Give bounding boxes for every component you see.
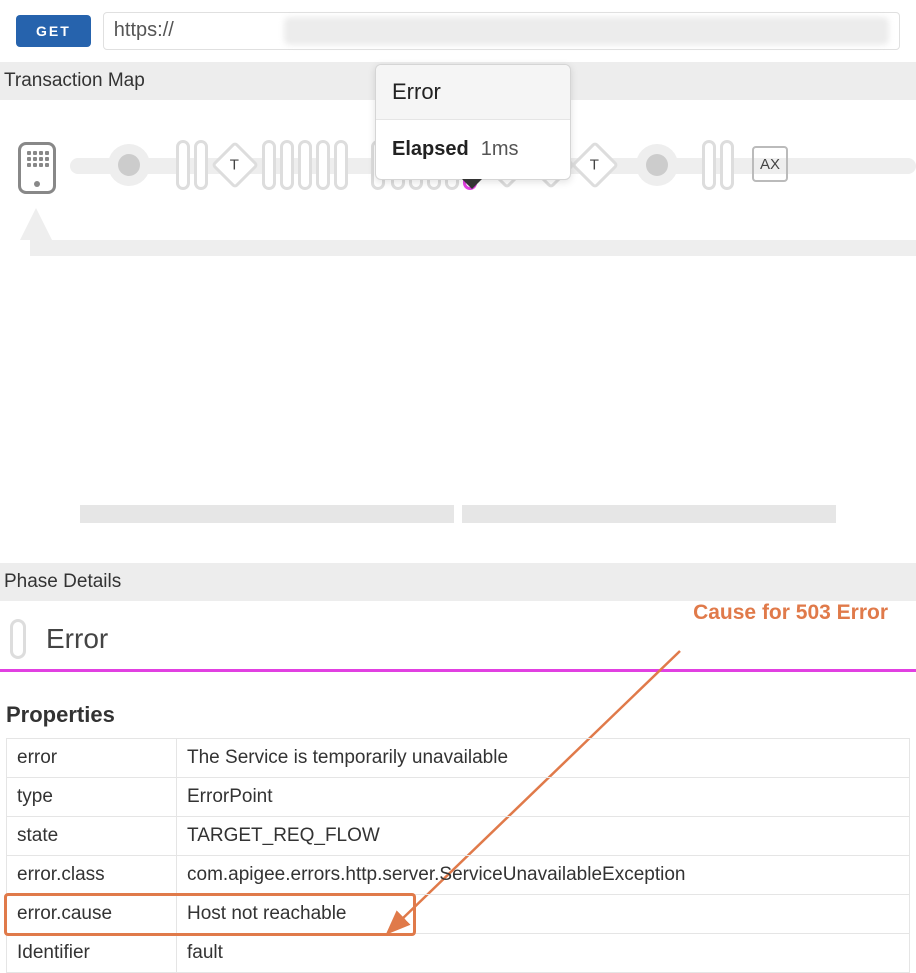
map-node-endpoint[interactable]: [108, 144, 150, 186]
map-node-step[interactable]: [702, 140, 716, 190]
tooltip-elapsed-label: Elapsed: [392, 138, 469, 161]
property-value: ErrorPoint: [177, 778, 910, 817]
tooltip-pointer-icon: [462, 179, 482, 189]
property-key: error.cause: [7, 895, 177, 934]
map-node-step[interactable]: [334, 140, 348, 190]
map-node-step[interactable]: [262, 140, 276, 190]
property-key: error: [7, 739, 177, 778]
property-value: The Service is temporarily unavailable: [177, 739, 910, 778]
map-node-target[interactable]: AX: [752, 146, 788, 182]
target-label: AX: [760, 156, 780, 173]
url-input[interactable]: https://: [103, 12, 900, 50]
map-node-step[interactable]: [720, 140, 734, 190]
client-device-icon: [18, 142, 56, 194]
segment-1[interactable]: [80, 505, 454, 523]
segment-bar: [0, 505, 916, 523]
property-key: Identifier: [7, 934, 177, 973]
property-value: com.apigee.errors.http.server.ServiceUna…: [177, 856, 910, 895]
map-node-condition[interactable]: T: [571, 141, 619, 189]
node-tooltip: Error Elapsed 1ms: [375, 64, 571, 180]
property-row: errorThe Service is temporarily unavaila…: [7, 739, 910, 778]
annotation-label: Cause for 503 Error: [693, 601, 888, 625]
property-row: Identifierfault: [7, 934, 910, 973]
property-value: TARGET_REQ_FLOW: [177, 817, 910, 856]
properties-section: Properties errorThe Service is temporari…: [0, 672, 916, 973]
segment-2[interactable]: [462, 505, 836, 523]
tooltip-title: Error: [376, 65, 570, 120]
http-method-button[interactable]: GET: [16, 15, 91, 47]
property-row: error.causeHost not reachable: [7, 895, 910, 934]
map-node-step[interactable]: [280, 140, 294, 190]
condition-label: T: [590, 156, 599, 173]
property-row: error.classcom.apigee.errors.http.server…: [7, 856, 910, 895]
map-node-step[interactable]: [298, 140, 312, 190]
property-key: type: [7, 778, 177, 817]
properties-heading: Properties: [6, 702, 910, 738]
map-return-track: [30, 240, 916, 256]
property-key: state: [7, 817, 177, 856]
property-key: error.class: [7, 856, 177, 895]
property-row: typeErrorPoint: [7, 778, 910, 817]
top-bar: GET https://: [0, 0, 916, 62]
tooltip-elapsed-value: 1ms: [481, 138, 519, 161]
map-node-endpoint[interactable]: [636, 144, 678, 186]
phase-icon: [10, 619, 26, 659]
map-node-step[interactable]: [194, 140, 208, 190]
url-prefix-text: https://: [114, 19, 174, 41]
map-node-step[interactable]: [316, 140, 330, 190]
property-value: fault: [177, 934, 910, 973]
map-node-condition[interactable]: T: [211, 141, 259, 189]
phase-title: Error: [46, 623, 108, 655]
properties-table: errorThe Service is temporarily unavaila…: [6, 738, 910, 973]
phase-details-header: Phase Details: [0, 563, 916, 601]
property-row: stateTARGET_REQ_FLOW: [7, 817, 910, 856]
map-node-step[interactable]: [176, 140, 190, 190]
condition-label: T: [230, 156, 239, 173]
url-redacted-blur: [284, 17, 889, 45]
return-arrow-icon: [20, 208, 52, 240]
property-value: Host not reachable: [177, 895, 910, 934]
